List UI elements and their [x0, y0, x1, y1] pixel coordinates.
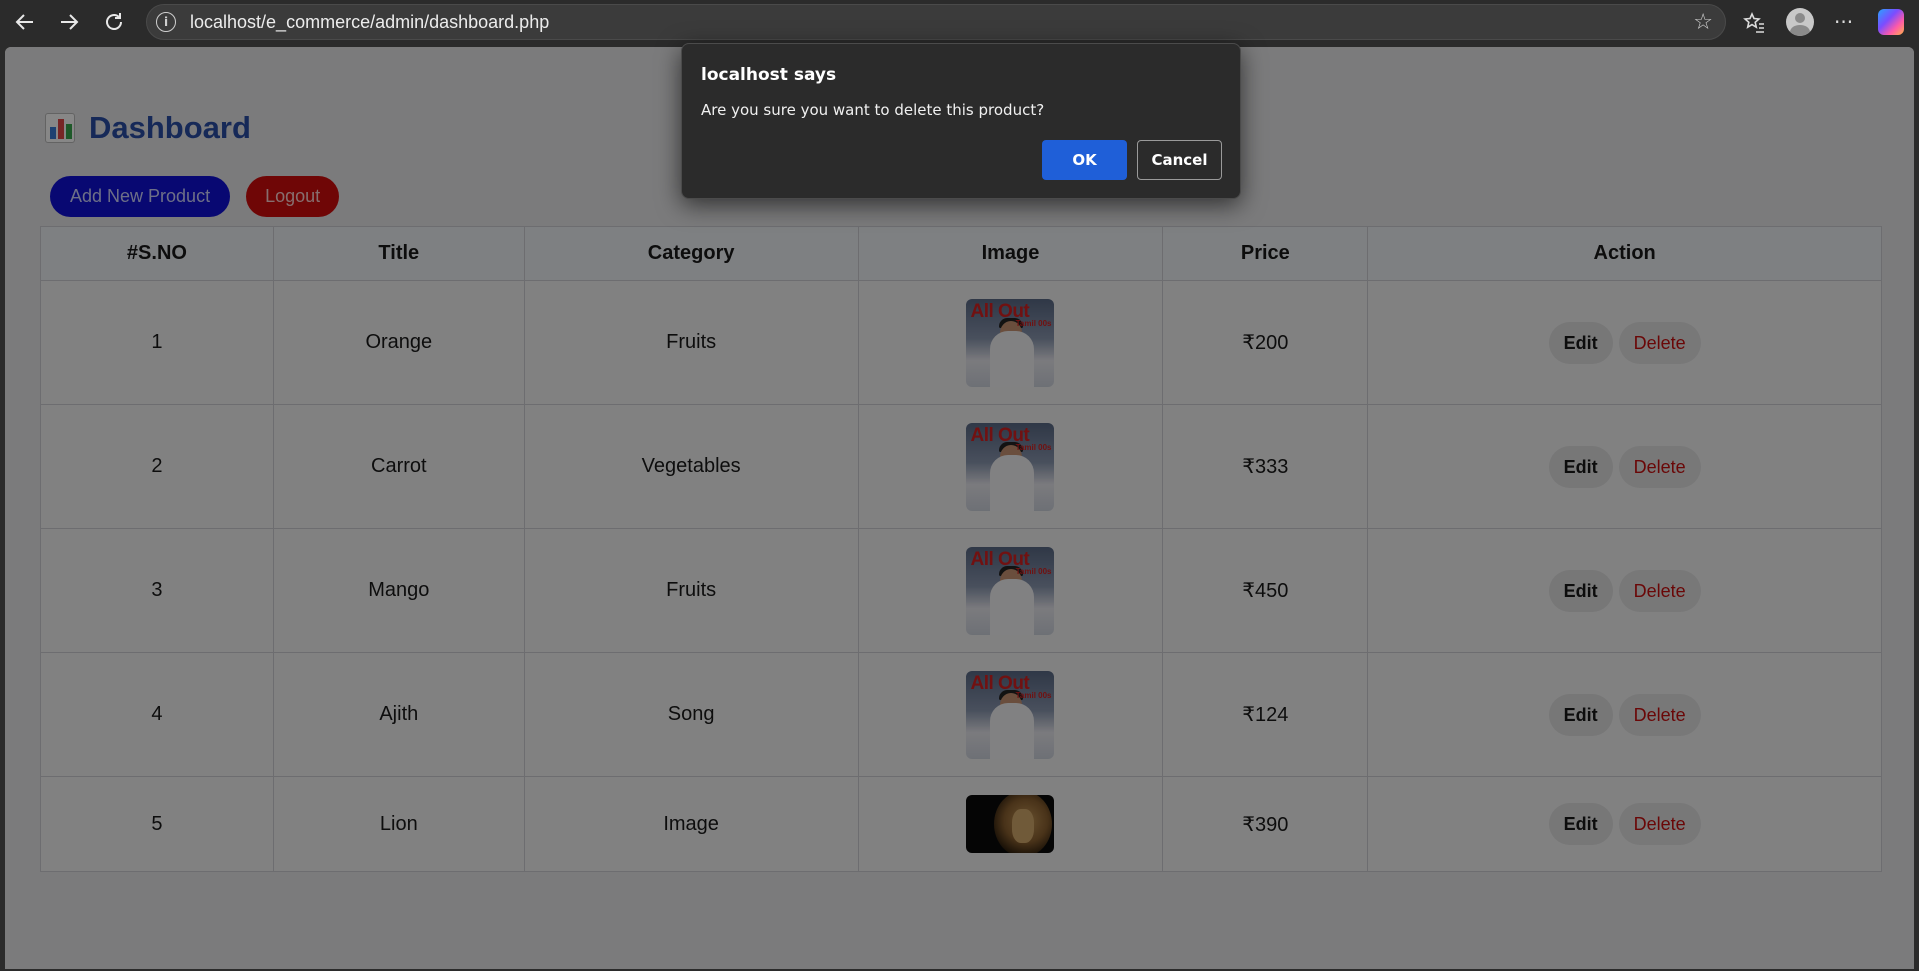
dialog-message: Are you sure you want to delete this pro… — [701, 101, 1045, 119]
copilot-icon[interactable] — [1878, 7, 1904, 37]
browser-toolbar: i localhost/e_commerce/admin/dashboard.p… — [0, 0, 1919, 44]
refresh-icon[interactable] — [99, 8, 129, 36]
address-bar[interactable]: i localhost/e_commerce/admin/dashboard.p… — [146, 4, 1726, 40]
star-icon[interactable]: ☆ — [1693, 10, 1713, 35]
url-text: localhost/e_commerce/admin/dashboard.php — [190, 11, 550, 32]
info-icon[interactable]: i — [156, 12, 176, 32]
favorites-icon[interactable] — [1742, 7, 1766, 37]
dialog-title: localhost says — [701, 65, 837, 85]
forward-icon[interactable] — [54, 8, 84, 36]
back-icon[interactable] — [10, 8, 40, 36]
profile-icon[interactable] — [1786, 7, 1814, 37]
more-icon[interactable]: ··· — [1834, 7, 1853, 37]
cancel-button[interactable]: Cancel — [1137, 140, 1222, 180]
confirm-dialog: localhost says Are you sure you want to … — [681, 43, 1241, 199]
ok-button[interactable]: OK — [1042, 140, 1127, 180]
